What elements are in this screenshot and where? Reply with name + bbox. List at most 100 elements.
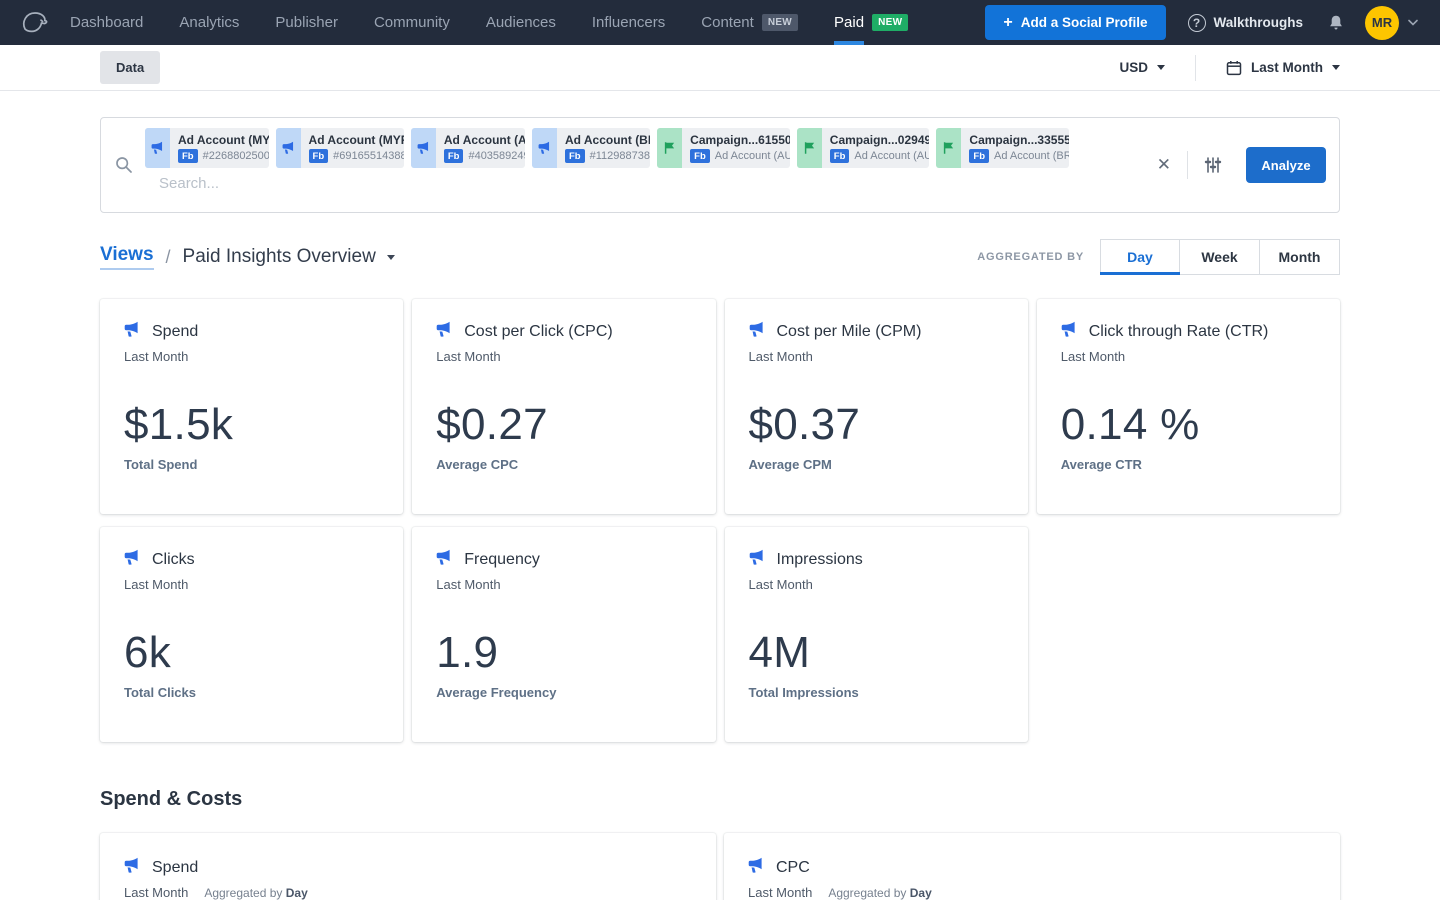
filter-chip-campaign[interactable]: Campaign...335557899 FbAd Account (BRL) [936,128,1069,168]
filter-search-box[interactable]: Ad Account (MYR) Fb#22688025000557 Ad Ac… [100,117,1340,213]
metric-value: 4M [749,628,1004,678]
caret-down-icon [1332,65,1340,70]
aggregation-segmented-control: Day Week Month [1100,239,1340,275]
facebook-badge: Fb [178,149,198,163]
user-menu[interactable]: MR [1365,6,1418,40]
add-social-profile-button[interactable]: + Add a Social Profile [985,5,1165,40]
chart-card-spend: Spend Last Month Aggregated by Day [100,833,716,900]
nav-item-influencers[interactable]: Influencers [592,0,665,45]
metric-value: $0.27 [436,400,691,450]
metric-card-frequency: Frequency Last Month 1.9 Average Frequen… [412,527,715,742]
breadcrumb-separator: / [166,247,171,268]
metric-value: $1.5k [124,400,379,450]
nav-item-paid[interactable]: PaidNEW [834,0,908,45]
aggregated-by-day-link[interactable]: Aggregated by Day [204,886,307,900]
analyze-button[interactable]: Analyze [1246,147,1326,183]
chart-card-cpc: CPC Last Month Aggregated by Day [724,833,1340,900]
nav-item-content[interactable]: ContentNEW [701,0,798,45]
falcon-logo-icon[interactable] [16,5,52,41]
avatar: MR [1365,6,1399,40]
selected-filters: Ad Account (MYR) Fb#22688025000557 Ad Ac… [145,128,1069,168]
page-title: Paid Insights Overview [183,246,376,268]
aggregated-by-label: AGGREGATED BY [977,251,1084,263]
megaphone-icon [411,128,436,168]
metric-value: 1.9 [436,628,691,678]
metric-value: $0.37 [749,400,1004,450]
megaphone-icon [749,549,765,571]
flag-icon [657,128,682,168]
filter-chip-ad-account[interactable]: Ad Account (BRL) Fb#1129887384649 [532,128,650,168]
search-controls: ✕ Analyze [1157,147,1326,183]
aggregation-option-month[interactable]: Month [1260,239,1340,275]
megaphone-icon [124,549,140,571]
megaphone-icon [749,321,765,343]
facebook-badge: Fb [690,149,710,163]
facebook-badge: Fb [444,149,464,163]
flag-icon [936,128,961,168]
view-dropdown-caret-icon[interactable] [387,255,395,260]
nav-item-publisher[interactable]: Publisher [275,0,338,45]
megaphone-icon [276,128,301,168]
breadcrumb-views-link[interactable]: Views [100,244,154,270]
nav-item-analytics[interactable]: Analytics [179,0,239,45]
metric-cards-grid: Spend Last Month $1.5k Total Spend Cost … [100,299,1340,742]
metric-value: 0.14 % [1061,400,1316,450]
question-circle-icon: ? [1188,14,1206,32]
primary-navigation: Dashboard Analytics Publisher Community … [70,0,944,45]
metric-card-impressions: Impressions Last Month 4M Total Impressi… [725,527,1028,742]
plus-icon: + [1003,18,1012,28]
megaphone-icon [436,549,452,571]
toolbar-right-controls: USD Last Month [1119,55,1340,81]
view-header-row: Views / Paid Insights Overview AGGREGATE… [100,237,1340,277]
aggregated-by-day-link[interactable]: Aggregated by Day [828,886,931,900]
facebook-badge: Fb [309,149,329,163]
megaphone-icon [748,857,764,879]
filter-chip-campaign[interactable]: Campaign...615500498 FbAd Account (AUD) [657,128,790,168]
divider [1195,55,1196,81]
metric-card-spend: Spend Last Month $1.5k Total Spend [100,299,403,514]
nav-item-dashboard[interactable]: Dashboard [70,0,143,45]
new-badge: NEW [762,14,798,31]
megaphone-icon [532,128,557,168]
filter-search-section: Ad Account (MYR) Fb#22688025000557 Ad Ac… [0,91,1440,213]
currency-dropdown[interactable]: USD [1119,60,1165,75]
megaphone-icon [436,321,452,343]
filter-sliders-icon[interactable] [1204,156,1222,174]
spend-costs-charts: Spend Last Month Aggregated by Day CPC L… [100,833,1340,900]
new-badge: NEW [872,14,908,31]
search-input[interactable] [159,175,479,192]
filter-chip-ad-account[interactable]: Ad Account (AUD) Fb#403589249 [411,128,525,168]
filter-chip-ad-account[interactable]: Ad Account (MYR) Fb#22688025000557 [145,128,269,168]
tab-data[interactable]: Data [100,51,160,84]
metric-value: 6k [124,628,379,678]
filter-chip-ad-account[interactable]: Ad Account (MYR) Fb#691655143885437 [276,128,404,168]
aggregation-control: AGGREGATED BY Day Week Month [977,239,1340,275]
divider [1187,151,1188,179]
secondary-toolbar: Data USD Last Month [0,45,1440,91]
clear-filters-icon[interactable]: ✕ [1157,155,1171,175]
facebook-badge: Fb [565,149,585,163]
megaphone-icon [145,128,170,168]
metric-card-cpc: Cost per Click (CPC) Last Month $0.27 Av… [412,299,715,514]
flag-icon [797,128,822,168]
top-navbar: Dashboard Analytics Publisher Community … [0,0,1440,45]
megaphone-icon [1061,321,1077,343]
facebook-badge: Fb [830,149,850,163]
date-range-dropdown[interactable]: Last Month [1226,60,1340,76]
megaphone-icon [124,857,140,879]
megaphone-icon [124,321,140,343]
aggregation-option-day[interactable]: Day [1100,239,1180,275]
nav-item-audiences[interactable]: Audiences [486,0,556,45]
caret-down-icon [1157,65,1165,70]
notifications-bell-icon[interactable] [1327,14,1345,32]
facebook-badge: Fb [969,149,989,163]
nav-item-community[interactable]: Community [374,0,450,45]
filter-chip-campaign[interactable]: Campaign...029492845 FbAd Account (AUD) [797,128,930,168]
calendar-icon [1226,60,1242,76]
aggregation-option-week[interactable]: Week [1180,239,1260,275]
metric-card-ctr: Click through Rate (CTR) Last Month 0.14… [1037,299,1340,514]
walkthroughs-link[interactable]: ? Walkthroughs [1188,14,1304,32]
section-title-spend-costs: Spend & Costs [100,788,1340,811]
chevron-down-icon [1408,19,1418,26]
search-icon [115,156,133,174]
